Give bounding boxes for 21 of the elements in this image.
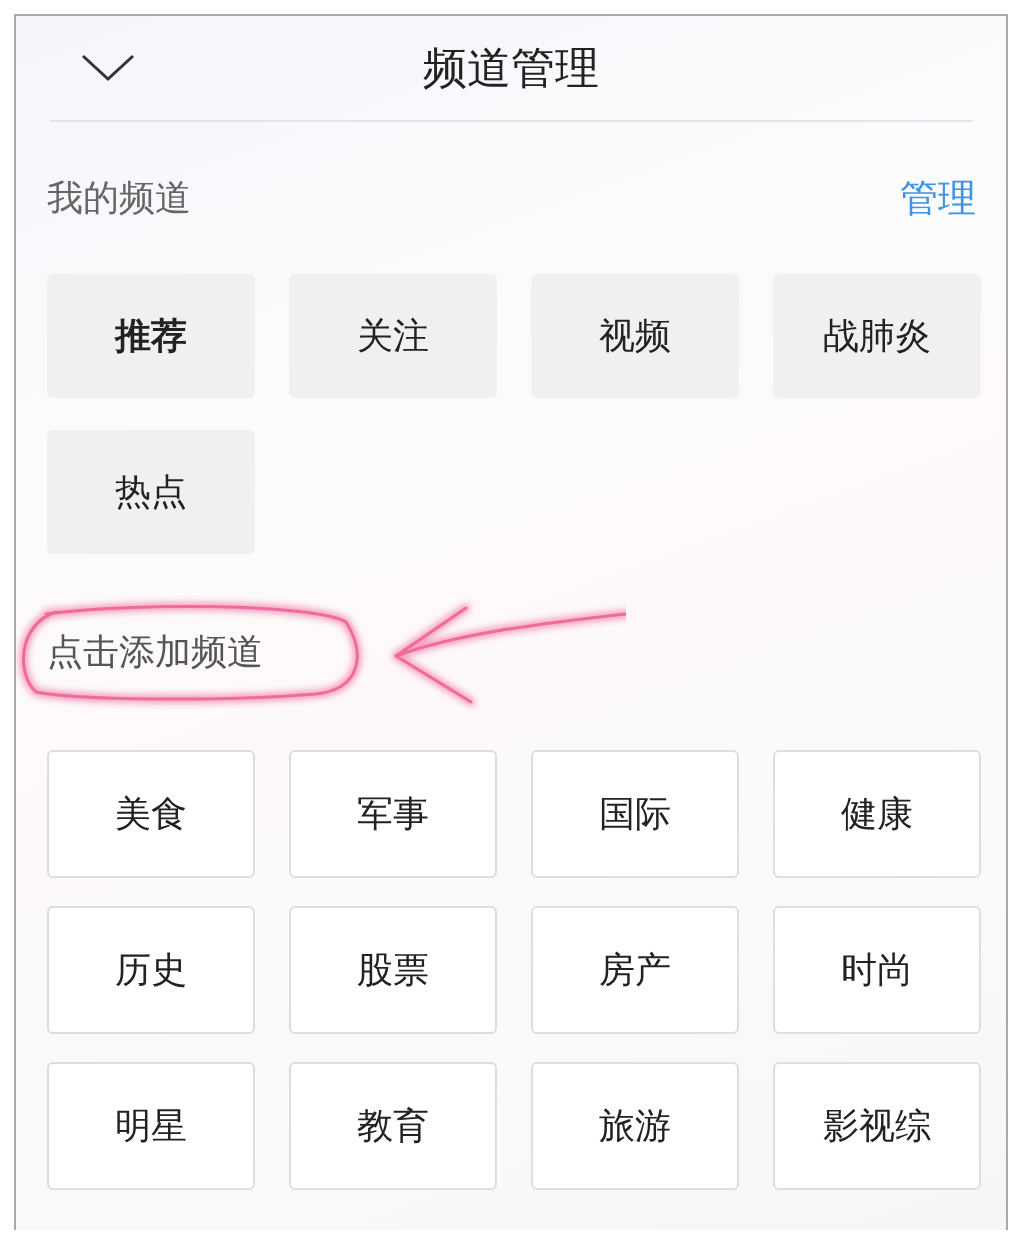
section-title: 我的频道 [47,175,191,220]
channel-tile[interactable]: 推荐 [47,274,255,398]
channel-tile[interactable]: 明星 [47,1062,255,1190]
channel-tile[interactable]: 战肺炎 [773,274,981,398]
channel-tile[interactable]: 国际 [531,750,739,878]
channel-tile[interactable]: 旅游 [531,1062,739,1190]
channel-tile[interactable]: 房产 [531,906,739,1034]
channel-tile[interactable]: 热点 [47,430,255,554]
section-title: 点击添加频道 [47,629,263,674]
channel-tile[interactable]: 关注 [289,274,497,398]
channel-tile[interactable]: 视频 [531,274,739,398]
channel-tile[interactable]: 军事 [289,750,497,878]
channel-tile[interactable]: 美食 [47,750,255,878]
channel-tile[interactable]: 影视综 [773,1062,981,1190]
collapse-chevron-icon[interactable] [80,53,136,83]
page-title: 频道管理 [422,40,600,95]
channel-tile[interactable]: 股票 [289,906,497,1034]
channel-tile[interactable]: 历史 [47,906,255,1034]
channel-tile[interactable]: 健康 [773,750,981,878]
channel-tile[interactable]: 时尚 [773,906,981,1034]
channel-tile[interactable]: 教育 [289,1062,497,1190]
